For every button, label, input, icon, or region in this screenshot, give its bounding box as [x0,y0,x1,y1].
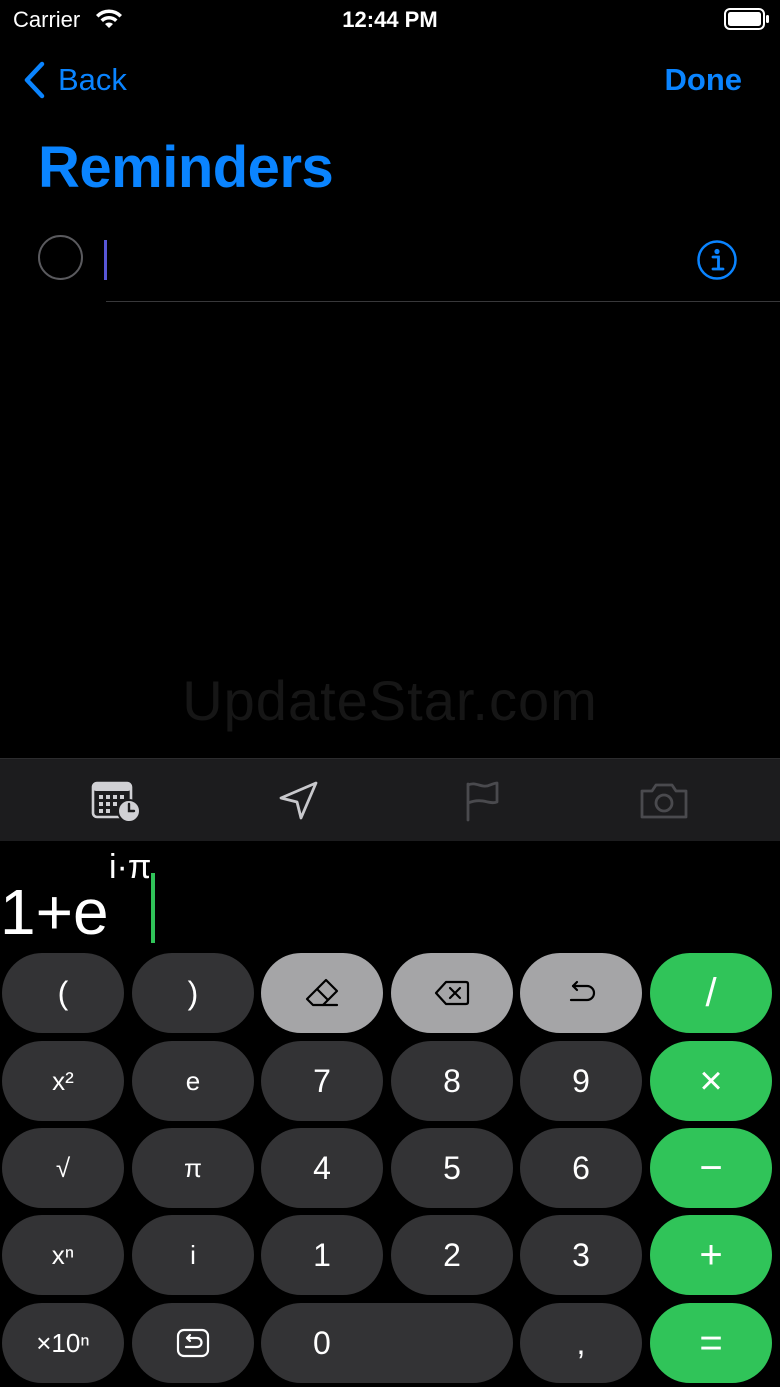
key-plus[interactable]: + [650,1215,772,1295]
key-equals[interactable]: = [650,1303,772,1383]
key-2[interactable]: 2 [391,1215,513,1295]
reminder-complete-toggle[interactable] [38,235,83,280]
return-icon [176,1328,210,1358]
undo-icon [569,980,596,1002]
key-close-paren[interactable]: ) [132,953,254,1033]
key-minus[interactable]: − [650,1128,772,1208]
key-e[interactable]: e [132,1041,254,1121]
key-pi[interactable]: π [132,1128,254,1208]
key-divide[interactable]: / [650,953,772,1033]
status-time: 12:44 PM [342,7,438,32]
flag-icon [466,781,499,822]
battery-icon [724,8,769,30]
key-x-power-n[interactable]: xⁿ [2,1215,124,1295]
back-label: Back [58,62,127,97]
status-bar: Carrier 12:44 PM [0,0,780,40]
flag-button[interactable] [456,777,508,825]
key-i[interactable]: i [132,1215,254,1295]
key-x-squared[interactable]: x² [2,1041,124,1121]
key-1[interactable]: 1 [261,1215,383,1295]
key-4[interactable]: 4 [261,1128,383,1208]
location-arrow-icon [279,781,318,820]
key-backspace[interactable] [391,953,513,1033]
eraser-icon [305,978,339,1007]
info-icon[interactable] [696,239,738,281]
key-undo[interactable] [520,953,642,1033]
delete-backward-icon [434,980,470,1006]
key-multiply[interactable]: × [650,1041,772,1121]
date-time-button[interactable] [90,777,142,825]
key-9[interactable]: 9 [520,1041,642,1121]
watermark: UpdateStar.com [182,669,598,732]
key-times-ten-power[interactable]: ×10ⁿ [2,1303,124,1383]
key-open-paren[interactable]: ( [2,953,124,1033]
key-3[interactable]: 3 [520,1215,642,1295]
key-clear[interactable] [261,953,383,1033]
key-0[interactable]: 0 [261,1303,513,1383]
key-comma[interactable]: , [520,1303,642,1383]
key-8[interactable]: 8 [391,1041,513,1121]
reminder-row [0,230,780,302]
expression-exponent: i·π [109,848,152,886]
row-divider [106,301,780,302]
done-button[interactable]: Done [665,60,743,100]
camera-icon [640,783,688,819]
back-button[interactable]: Back [22,60,127,100]
camera-button[interactable] [638,777,690,825]
expression-cursor [151,873,155,943]
key-5[interactable]: 5 [391,1128,513,1208]
reminder-toolbar [0,758,780,841]
expression-base: 1+e [0,876,109,948]
location-button[interactable] [272,777,324,825]
page-title: Reminders [38,135,334,200]
key-6[interactable]: 6 [520,1128,642,1208]
chevron-left-icon [24,61,45,99]
key-7[interactable]: 7 [261,1041,383,1121]
key-keyboard-return[interactable] [132,1303,254,1383]
math-expression-display[interactable]: 1+e i·π [0,845,780,955]
calendar-clock-icon [91,781,141,823]
reminder-text-input[interactable] [104,240,107,280]
key-sqrt[interactable]: √ [2,1128,124,1208]
